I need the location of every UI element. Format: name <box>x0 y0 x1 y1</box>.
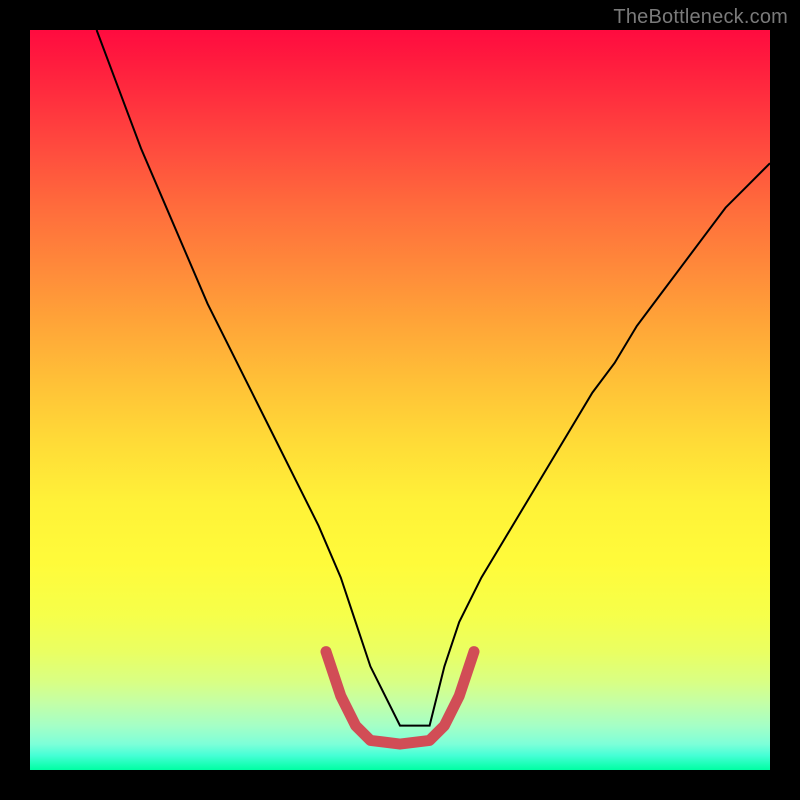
chart-frame: TheBottleneck.com <box>0 0 800 800</box>
black-curve <box>97 30 770 726</box>
plot-area <box>30 30 770 770</box>
chart-svg <box>30 30 770 770</box>
red-bracket <box>326 652 474 745</box>
watermark-text: TheBottleneck.com <box>613 6 788 29</box>
